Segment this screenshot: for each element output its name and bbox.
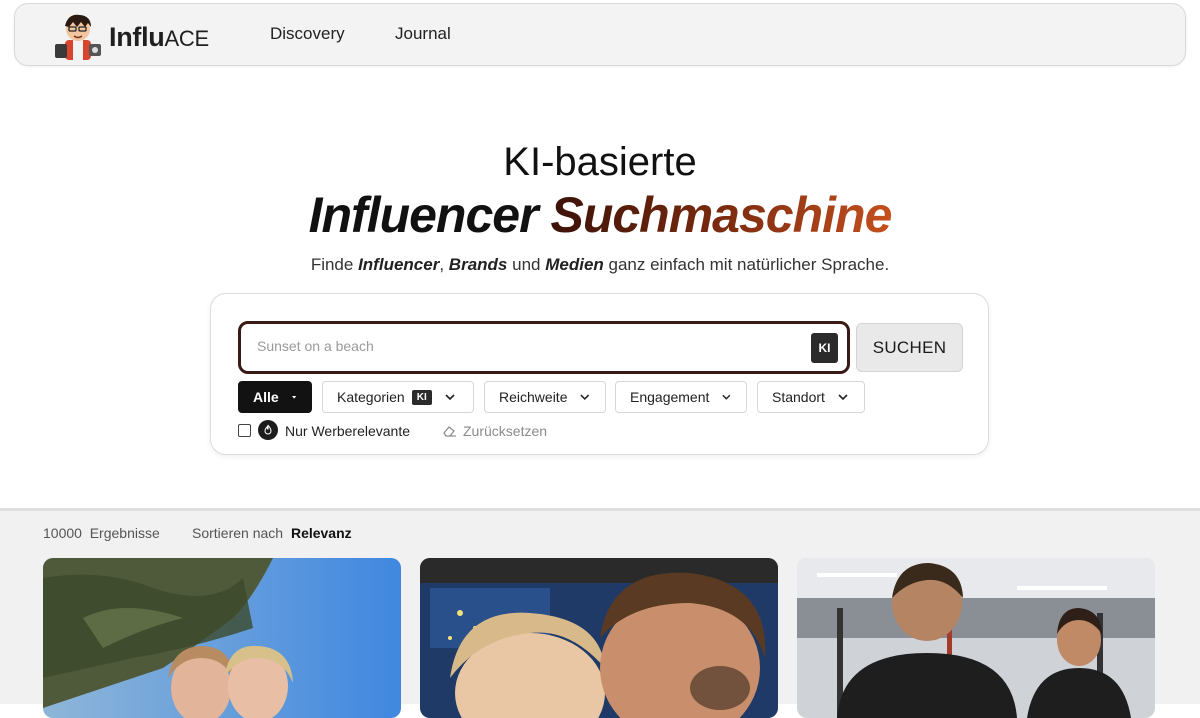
reset-label: Zurücksetzen	[463, 423, 548, 439]
result-count-value: 10000	[43, 525, 82, 541]
brand-name[interactable]: InfluACE	[109, 22, 209, 53]
influencer-card[interactable]	[43, 558, 401, 718]
results-section: 10000 Ergebnisse Sortieren nach Relevanz	[0, 508, 1200, 718]
hero-title-line2: Influencer Suchmaschine	[0, 186, 1200, 244]
hero-word-influencer: Influencer	[308, 187, 539, 243]
filter-reichweite[interactable]: Reichweite	[484, 381, 606, 413]
sub-comma: ,	[439, 255, 445, 274]
nav-link-discovery[interactable]: Discovery	[270, 24, 345, 44]
sort-value[interactable]: Relevanz	[291, 525, 352, 541]
photo-couple-selfie-icon	[420, 558, 778, 718]
werberelevante-checkbox[interactable]	[238, 424, 251, 437]
reset-button[interactable]: Zurücksetzen	[443, 423, 547, 439]
chevron-down-icon	[722, 394, 731, 400]
sub-word-medien: Medien	[545, 255, 604, 274]
sort-control[interactable]: Sortieren nach Relevanz	[192, 525, 352, 541]
filter-standort[interactable]: Standort	[757, 381, 865, 413]
sub-word-influencer: Influencer	[358, 255, 440, 274]
search-button[interactable]: SUCHEN	[856, 323, 963, 372]
filter-reichweite-label: Reichweite	[499, 389, 568, 405]
chevron-down-icon	[838, 394, 848, 401]
search-box[interactable]: KI	[238, 321, 850, 374]
search-card: KI SUCHEN Alle Kategorien KI Reichweite …	[210, 293, 989, 455]
brand-light: ACE	[164, 26, 209, 51]
brand-bold: Influ	[109, 22, 165, 52]
filter-alle-label: Alle	[253, 389, 279, 405]
influace-logo-icon[interactable]	[51, 10, 103, 62]
ki-mini-badge: KI	[411, 389, 432, 405]
hero-word-suchmaschine: Suchmaschine	[550, 187, 892, 243]
sub-word-brands: Brands	[448, 255, 508, 274]
result-count-label: Ergebnisse	[89, 525, 160, 541]
eraser-icon	[443, 426, 456, 437]
fire-icon	[258, 420, 278, 440]
filter-kategorien-label: Kategorien	[337, 389, 405, 405]
chevron-down-icon	[445, 394, 455, 401]
hero-title-line1: KI-basierte	[503, 140, 697, 184]
search-input[interactable]	[257, 338, 777, 354]
sub-pre: Finde	[310, 255, 354, 274]
influencer-card[interactable]	[420, 558, 778, 718]
sub-und: und	[512, 255, 541, 274]
top-navbar: InfluACE Discovery Journal	[14, 3, 1186, 66]
caret-down-icon	[291, 395, 296, 399]
filter-alle[interactable]: Alle	[238, 381, 312, 413]
sub-post: ganz einfach mit natürlicher Sprache.	[608, 255, 890, 274]
filter-kategorien[interactable]: Kategorien KI	[322, 381, 474, 413]
nav-link-journal[interactable]: Journal	[395, 24, 451, 44]
hero-subtitle: Finde Influencer, Brands und Medien ganz…	[0, 255, 1200, 275]
werberelevante-label[interactable]: Nur Werberelevante	[285, 423, 410, 439]
ki-badge[interactable]: KI	[811, 333, 838, 363]
filter-engagement[interactable]: Engagement	[615, 381, 747, 413]
sort-label: Sortieren nach	[192, 525, 284, 541]
influencer-card[interactable]	[797, 558, 1155, 718]
result-count: 10000 Ergebnisse	[43, 525, 160, 541]
filter-engagement-label: Engagement	[630, 389, 710, 405]
filter-standort-label: Standort	[772, 389, 825, 405]
chevron-down-icon	[580, 394, 590, 401]
photo-gym-men-icon	[797, 558, 1155, 718]
photo-two-women-selfie-icon	[43, 558, 401, 718]
